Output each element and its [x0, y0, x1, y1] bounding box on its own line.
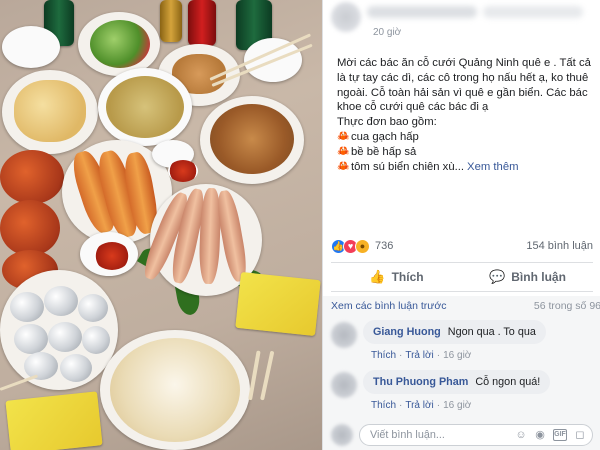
author-name-blurred: [483, 6, 583, 18]
gif-icon[interactable]: GIF: [553, 429, 567, 441]
sticker-icon[interactable]: ◻: [574, 429, 586, 441]
steamed-crab: [0, 200, 60, 256]
comment-text: Ngon qua . To qua: [447, 326, 536, 338]
write-comment-row: Viết bình luận... ☺ ◉ GIF ◻: [331, 424, 593, 448]
crab-icon: 🦀: [337, 160, 350, 172]
steamed-chicken: [14, 80, 86, 142]
thumbs-up-icon: 👍: [369, 269, 386, 284]
comment-input-placeholder: Viết bình luận...: [370, 429, 445, 441]
dish-line: 🦀 tôm sú biển chiên xù... Xem thêm: [337, 160, 599, 175]
dish-line: 🦀 bề bề hấp sả: [337, 145, 599, 160]
commenter-name[interactable]: Giang Huong: [373, 326, 441, 338]
current-user-avatar: [331, 424, 353, 446]
view-previous-comments-link[interactable]: Xem các bình luận trước: [331, 300, 446, 312]
commenter-avatar[interactable]: [331, 322, 357, 348]
foil-wrap: [60, 354, 92, 382]
emoji-icon[interactable]: ☺: [515, 429, 527, 441]
fried-noodles: [210, 104, 294, 174]
cola-can: [188, 0, 216, 46]
like-label: Thích: [391, 270, 424, 284]
like-button[interactable]: 👍 Thích: [331, 263, 462, 291]
camera-icon[interactable]: ◉: [534, 429, 546, 441]
salad-dish: [90, 20, 150, 68]
drink-can: [160, 0, 182, 42]
author-avatar[interactable]: [331, 2, 361, 32]
foil-wrap: [14, 324, 48, 354]
foil-wrap: [44, 286, 78, 316]
soup: [106, 76, 184, 138]
reaction-count[interactable]: 736: [375, 240, 393, 252]
comment-icon: 💬: [489, 269, 506, 284]
comment-input-icons: ☺ ◉ GIF ◻: [515, 429, 586, 441]
foil-wrap: [10, 292, 44, 322]
comments-shown-count: 56 trong số 96: [533, 300, 600, 312]
comment-meta: Thích · Trả lời · 16 giờ: [371, 400, 472, 411]
comment-meta: Thích · Trả lời · 16 giờ: [371, 350, 472, 361]
wow-icon[interactable]: ●: [355, 238, 370, 254]
crab-icon: 🦀: [337, 131, 350, 143]
comment-bubble: Giang Huong Ngon qua . To qua: [363, 320, 546, 344]
post-actions: 👍 Thích 💬 Bình luận: [331, 262, 593, 292]
comment-text: Cỗ ngon quá!: [475, 376, 541, 388]
chili-sauce: [168, 160, 198, 182]
food-photo[interactable]: [0, 0, 322, 450]
crab-icon: 🦀: [337, 146, 350, 158]
post-message: Mời các bác ăn cỗ cưới Quảng Ninh quê e …: [337, 57, 591, 114]
foil-wrap: [78, 294, 108, 322]
reactions-bar: 👍 ♥ ● 736 154 bình luận: [331, 237, 593, 255]
foil-wrap: [48, 322, 82, 352]
see-more-link[interactable]: Xem thêm: [467, 160, 518, 175]
comment-time[interactable]: 16 giờ: [443, 350, 471, 361]
view-previous-row: Xem các bình luận trước 56 trong số 96: [331, 300, 600, 312]
comment-input[interactable]: Viết bình luận... ☺ ◉ GIF ◻: [359, 424, 593, 446]
menu-heading: Thực đơn bao gồm:: [337, 116, 437, 129]
dish-name: cua gạch hấp: [351, 130, 419, 143]
comment-reply-link[interactable]: Trả lời: [405, 400, 433, 411]
chopsticks: [260, 350, 275, 401]
foil-wrap: [24, 352, 58, 380]
comment-button[interactable]: 💬 Bình luận: [462, 263, 593, 291]
steamed-crab: [0, 150, 64, 204]
commenter-name[interactable]: Thu Phuong Pham: [373, 376, 468, 388]
chopsticks: [248, 350, 261, 401]
facebook-post: 20 giờ Mời các bác ăn cỗ cưới Quảng Ninh…: [322, 0, 600, 450]
napkin-box: [5, 391, 103, 450]
dish-line: 🦀 cua gạch hấp: [337, 130, 599, 145]
sticky-rice: [110, 338, 240, 442]
comment-like-link[interactable]: Thích: [371, 350, 396, 361]
comment-time[interactable]: 16 giờ: [443, 400, 471, 411]
dish-name: tôm sú biển chiên xù...: [351, 160, 465, 173]
comment: Thu Phuong Pham Cỗ ngon quá! Thích · Trả l…: [331, 370, 593, 416]
comment: Giang Huong Ngon qua . To qua Thích · Trả …: [331, 320, 593, 366]
commenter-avatar[interactable]: [331, 372, 357, 398]
post-timestamp[interactable]: 20 giờ: [373, 27, 401, 38]
chili-sauce: [94, 242, 130, 270]
comment-bubble: Thu Phuong Pham Cỗ ngon quá!: [363, 370, 551, 394]
author-name-blurred[interactable]: [367, 6, 477, 18]
comment-reply-link[interactable]: Trả lời: [405, 350, 433, 361]
comment-like-link[interactable]: Thích: [371, 400, 396, 411]
napkin-box: [235, 271, 321, 337]
small-bowl: [2, 26, 60, 68]
comment-label: Bình luận: [511, 270, 566, 284]
post-body: Mời các bác ăn cỗ cưới Quảng Ninh quê e …: [337, 56, 599, 174]
comments-section: Xem các bình luận trước 56 trong số 96 G…: [323, 296, 600, 450]
dish-name: bề bề hấp sả: [351, 145, 417, 158]
foil-wrap: [82, 326, 110, 354]
comment-count[interactable]: 154 bình luận: [526, 240, 593, 252]
post-header: 20 giờ: [323, 0, 600, 40]
